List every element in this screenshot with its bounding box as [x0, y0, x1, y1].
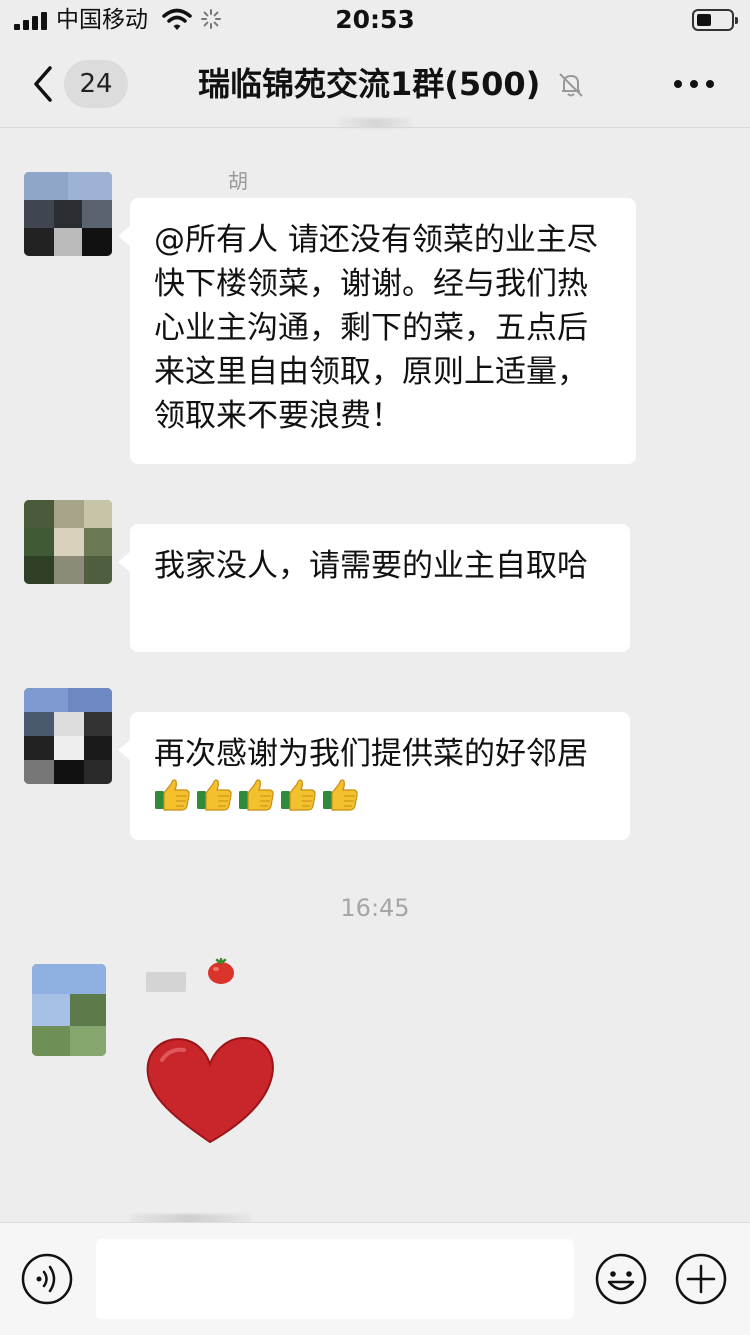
message-text: @所有人 请还没有领菜的业主尽快下楼领菜，谢谢。经与我们热心业主沟通，剩下的菜，…: [154, 222, 598, 434]
message-bubble[interactable]: 再次感谢为我们提供菜的好邻居: [118, 712, 630, 840]
thumbs-up-emoji: [239, 779, 274, 811]
heart-sticker[interactable]: [140, 1030, 280, 1148]
thumbs-up-emoji-row: [154, 776, 360, 812]
voice-icon[interactable]: [20, 1252, 74, 1306]
message-bubble[interactable]: @所有人 请还没有领菜的业主尽快下楼领菜，谢谢。经与我们热心业主沟通，剩下的菜，…: [118, 198, 636, 464]
emoji-icon[interactable]: [594, 1252, 648, 1306]
message-input[interactable]: [96, 1239, 574, 1319]
thumbs-up-emoji: [155, 779, 190, 811]
avatar[interactable]: [24, 688, 112, 784]
more-options-icon[interactable]: [672, 74, 716, 94]
avatar[interactable]: [32, 964, 106, 1056]
thumbs-up-emoji: [323, 779, 358, 811]
avatar[interactable]: [24, 500, 112, 584]
thumbs-up-emoji: [197, 779, 232, 811]
unread-count-badge[interactable]: 24: [64, 60, 128, 108]
status-bar: 中国移动 20:53: [0, 0, 750, 40]
sender-name: 胡: [228, 169, 248, 193]
back-chevron-icon[interactable]: [30, 64, 60, 104]
message-text: 我家没人，请需要的业主自取哈: [154, 548, 588, 584]
sender-name: [146, 972, 186, 992]
message-bubble[interactable]: 我家没人，请需要的业主自取哈: [118, 524, 630, 652]
avatar[interactable]: [24, 172, 112, 256]
chat-title: 瑞临锦苑交流1群(500): [198, 65, 541, 103]
message-timestamp: 16:45: [340, 894, 410, 922]
thumbs-up-emoji: [281, 779, 316, 811]
tomato-emoji: [208, 957, 234, 984]
header-divider: [0, 127, 750, 128]
mute-bell-icon: [559, 73, 583, 97]
message-text: 再次感谢为我们提供菜的好邻居: [154, 736, 588, 772]
battery-icon: [692, 9, 738, 31]
status-time: 20:53: [335, 5, 415, 34]
plus-icon[interactable]: [674, 1252, 728, 1306]
chat-header: 24 瑞临锦苑交流1群(500): [0, 40, 750, 128]
input-bar: [0, 1222, 750, 1335]
